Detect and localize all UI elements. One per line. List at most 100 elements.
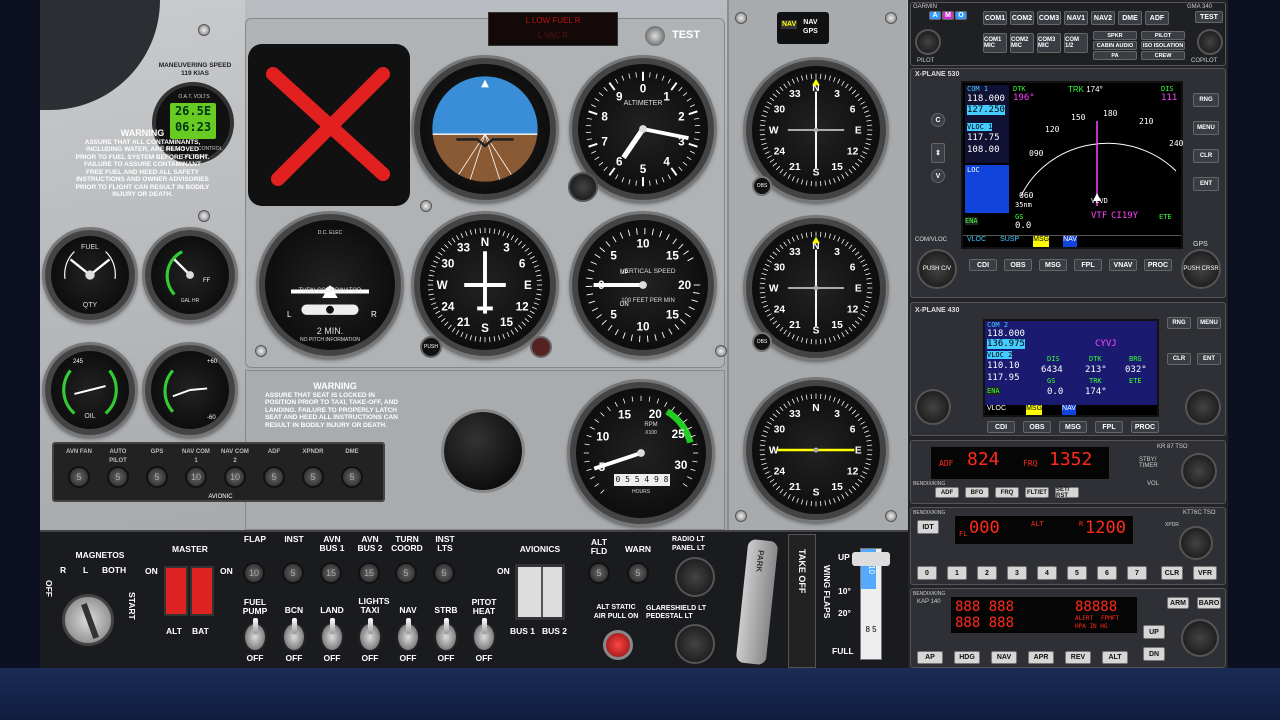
avionics-master-switch[interactable] — [515, 564, 565, 620]
toggle-switch[interactable] — [243, 618, 267, 652]
gps430-cv-knob[interactable] — [915, 389, 951, 425]
ap-up-button[interactable]: UP — [1143, 625, 1165, 639]
xpdr-digit-button[interactable]: 4 — [1037, 566, 1057, 580]
alt-static-air-knob[interactable] — [603, 630, 633, 660]
radio-panel-lt-dimmer[interactable] — [675, 557, 715, 597]
warn-breaker[interactable]: 5 — [627, 562, 649, 584]
toggle-switch[interactable] — [434, 618, 458, 652]
toggle-switch[interactable] — [358, 618, 382, 652]
audio-key[interactable]: COM 1/2 — [1064, 33, 1088, 53]
audio-key[interactable]: COM3 — [1037, 11, 1061, 25]
toggle-switch[interactable] — [282, 618, 306, 652]
adf-button[interactable]: BFO — [965, 487, 989, 498]
ap-apr-button[interactable]: APR — [1028, 651, 1054, 664]
gps530-msg-button[interactable]: MSG — [1039, 259, 1067, 271]
toggle-switch[interactable] — [396, 618, 420, 652]
copilot-volume-knob[interactable] — [1197, 29, 1223, 55]
gps530-menu-button[interactable]: MENU — [1193, 121, 1219, 135]
elevator-trim-knob[interactable] — [444, 412, 522, 490]
adf-button[interactable]: FRQ — [995, 487, 1019, 498]
ap-hdg-button[interactable]: HDG — [954, 651, 980, 664]
gps530-v-button[interactable]: V — [931, 169, 945, 183]
test-switch[interactable] — [645, 26, 665, 46]
gps530-fpl-button[interactable]: FPL — [1074, 259, 1102, 271]
gps530-c-button[interactable]: C — [931, 113, 945, 127]
adf-button[interactable]: ADF — [935, 487, 959, 498]
gps430-fpl-button[interactable]: FPL — [1095, 421, 1123, 433]
gps430-obs-button[interactable]: OBS — [1023, 421, 1051, 433]
audio-key[interactable]: ADF — [1145, 11, 1169, 25]
breaker-switch[interactable]: 15 — [320, 562, 342, 584]
audio-key[interactable]: COM2 — [1010, 11, 1034, 25]
circuit-breaker[interactable]: 5 — [68, 466, 90, 488]
ap-alt-button[interactable]: ALT — [1102, 651, 1128, 664]
circuit-breaker[interactable]: 10 — [224, 466, 246, 488]
circuit-breaker[interactable]: 5 — [146, 466, 168, 488]
circuit-breaker[interactable]: 5 — [341, 466, 363, 488]
adf-tune-knob[interactable] — [1181, 453, 1217, 489]
audio-key[interactable]: NAV2 — [1091, 11, 1115, 25]
audio-key[interactable]: DME — [1118, 11, 1142, 25]
toggle-switch[interactable] — [320, 618, 344, 652]
circuit-breaker[interactable]: 5 — [263, 466, 285, 488]
glareshield-pedestal-dimmer[interactable] — [675, 624, 715, 664]
ap-arm-button[interactable]: ARM — [1167, 597, 1189, 609]
adf-button[interactable]: SET/ RST — [1055, 487, 1079, 499]
toggle-switch[interactable] — [472, 618, 496, 652]
xpdr-digit-button[interactable]: 2 — [977, 566, 997, 580]
audio-key[interactable]: PILOT — [1141, 31, 1185, 40]
gps430-msg-button[interactable]: MSG — [1059, 421, 1087, 433]
xpdr-clr-button[interactable]: CLR — [1161, 566, 1183, 580]
obs2-knob[interactable]: OBS — [752, 332, 772, 352]
gps430-crsr-knob[interactable] — [1185, 389, 1221, 425]
audio-m-button[interactable]: M — [942, 11, 954, 20]
nav-gps-switch[interactable]: NAV NAV GPS — [777, 12, 829, 44]
circuit-breaker[interactable]: 5 — [302, 466, 324, 488]
magneto-key-switch[interactable] — [62, 594, 114, 646]
audio-key[interactable]: COM1 MIC — [983, 33, 1007, 53]
heading-push-knob[interactable]: PUSH — [420, 336, 442, 358]
alt-fld-breaker[interactable]: 5 — [588, 562, 610, 584]
breaker-switch[interactable]: 15 — [358, 562, 380, 584]
xpdr-digit-button[interactable]: 5 — [1067, 566, 1087, 580]
gps530-clr-button[interactable]: CLR — [1193, 149, 1219, 163]
gps430-menu-button[interactable]: MENU — [1197, 317, 1221, 329]
obs1-knob[interactable]: OBS — [752, 176, 772, 196]
pilot-volume-knob[interactable] — [915, 29, 941, 55]
audio-key[interactable]: CABIN AUDIO — [1093, 41, 1137, 50]
ap-dn-button[interactable]: DN — [1143, 647, 1165, 661]
audio-test-button[interactable]: TEST — [1195, 11, 1223, 23]
gps530-comvloc-toggle[interactable]: ⇕ — [931, 143, 945, 163]
xpdr-digit-button[interactable]: 1 — [947, 566, 967, 580]
gps530-rng-button[interactable]: RNG — [1193, 93, 1219, 107]
xpdr-mode-knob[interactable] — [1179, 526, 1213, 560]
gps430-ent-button[interactable]: ENT — [1197, 353, 1221, 365]
audio-key[interactable]: COM1 — [983, 11, 1007, 25]
ap-altitude-knob[interactable] — [1181, 619, 1219, 657]
ident-button[interactable]: IDT — [917, 520, 939, 534]
audio-key[interactable]: PA — [1093, 51, 1137, 60]
audio-key[interactable]: SPKR — [1093, 31, 1137, 40]
gps530-proc-button[interactable]: PROC — [1144, 259, 1172, 271]
gps530-cv-knob[interactable]: PUSH C/V — [917, 249, 957, 289]
audio-key[interactable]: COM2 MIC — [1010, 33, 1034, 53]
gps430-proc-button[interactable]: PROC — [1131, 421, 1159, 433]
ap-nav-button[interactable]: NAV — [991, 651, 1017, 664]
audio-key[interactable]: NAV1 — [1064, 11, 1088, 25]
circuit-breaker[interactable]: 10 — [185, 466, 207, 488]
master-bat-switch[interactable] — [190, 566, 214, 616]
gps530-ent-button[interactable]: ENT — [1193, 177, 1219, 191]
xpdr-digit-button[interactable]: 3 — [1007, 566, 1027, 580]
ap-rev-button[interactable]: REV — [1065, 651, 1091, 664]
breaker-switch[interactable]: 5 — [282, 562, 304, 584]
audio-key[interactable]: COM3 MIC — [1037, 33, 1061, 53]
breaker-switch[interactable]: 5 — [433, 562, 455, 584]
audio-o-button[interactable]: O — [955, 11, 967, 20]
gps530-vnav-button[interactable]: VNAV — [1109, 259, 1137, 271]
audio-a-button[interactable]: A — [929, 11, 941, 20]
gps530-obs-button[interactable]: OBS — [1004, 259, 1032, 271]
audio-key[interactable]: CREW — [1141, 51, 1185, 60]
gps430-cdi-button[interactable]: CDI — [987, 421, 1015, 433]
circuit-breaker[interactable]: 5 — [107, 466, 129, 488]
master-alt-switch[interactable] — [164, 566, 188, 616]
